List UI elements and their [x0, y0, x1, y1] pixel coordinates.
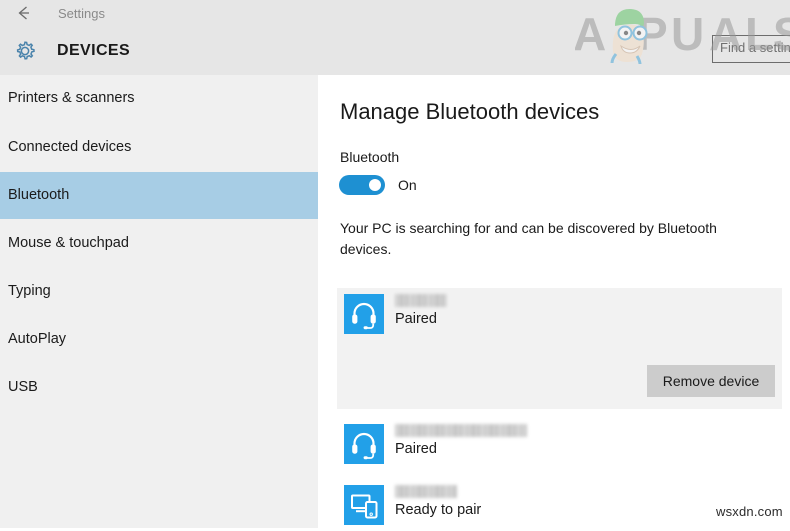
sidebar-item-typing[interactable]: Typing — [0, 268, 318, 315]
monitor-phone-icon — [344, 485, 384, 525]
device-panel-selected[interactable]: Paired Remove device — [337, 288, 782, 409]
sidebar-item-bluetooth[interactable]: Bluetooth — [0, 172, 318, 219]
back-arrow-icon[interactable] — [12, 3, 36, 25]
manage-bluetooth-heading: Manage Bluetooth devices — [340, 98, 599, 126]
main-content: Manage Bluetooth devices Bluetooth On Yo… — [320, 75, 790, 528]
device-status: Paired — [395, 440, 527, 459]
wsxdn-watermark: wsxdn.com — [716, 504, 783, 519]
bluetooth-description: Your PC is searching for and can be disc… — [340, 218, 770, 260]
device-info: Paired — [395, 292, 447, 329]
settings-window: Settings DEVICES Find a settin Printers … — [0, 0, 790, 528]
device-list-item[interactable]: Paired — [337, 418, 782, 470]
list-spacer — [337, 409, 782, 418]
device-status: Paired — [395, 310, 447, 329]
sidebar-item-usb[interactable]: USB — [0, 364, 318, 411]
device-status: Ready to pair — [395, 501, 481, 520]
remove-device-button[interactable]: Remove device — [647, 365, 775, 397]
headset-icon — [344, 424, 384, 464]
page-title-devices: DEVICES — [57, 40, 130, 62]
sidebar-item-connected-devices[interactable]: Connected devices — [0, 124, 318, 171]
device-info: Ready to pair — [395, 483, 481, 520]
device-name-redacted — [395, 485, 457, 498]
search-placeholder: Find a settin — [720, 40, 790, 55]
sidebar-item-autoplay[interactable]: AutoPlay — [0, 316, 318, 363]
window-title: Settings — [58, 4, 105, 24]
device-info: Paired — [395, 422, 527, 459]
list-spacer — [337, 470, 782, 479]
sidebar-item-mouse-touchpad[interactable]: Mouse & touchpad — [0, 220, 318, 267]
device-name-redacted — [395, 424, 527, 437]
bluetooth-device-list: Paired Remove device — [337, 288, 782, 531]
device-name-redacted — [395, 294, 447, 307]
headset-icon — [344, 294, 384, 334]
device-list-item[interactable]: Paired — [337, 288, 782, 340]
settings-sidebar: Printers & scanners Connected devices Bl… — [0, 75, 318, 528]
sidebar-item-printers-scanners[interactable]: Printers & scanners — [0, 75, 318, 122]
bluetooth-toggle-state: On — [398, 175, 417, 195]
window-titlebar: Settings — [0, 0, 790, 27]
bluetooth-toggle-label: Bluetooth — [340, 148, 399, 166]
page-header: DEVICES — [0, 27, 790, 75]
bluetooth-toggle[interactable] — [339, 175, 385, 195]
gear-icon — [11, 37, 39, 65]
search-input[interactable]: Find a settin — [712, 35, 790, 63]
device-panel[interactable]: Paired — [337, 418, 782, 470]
toggle-knob — [369, 179, 381, 191]
